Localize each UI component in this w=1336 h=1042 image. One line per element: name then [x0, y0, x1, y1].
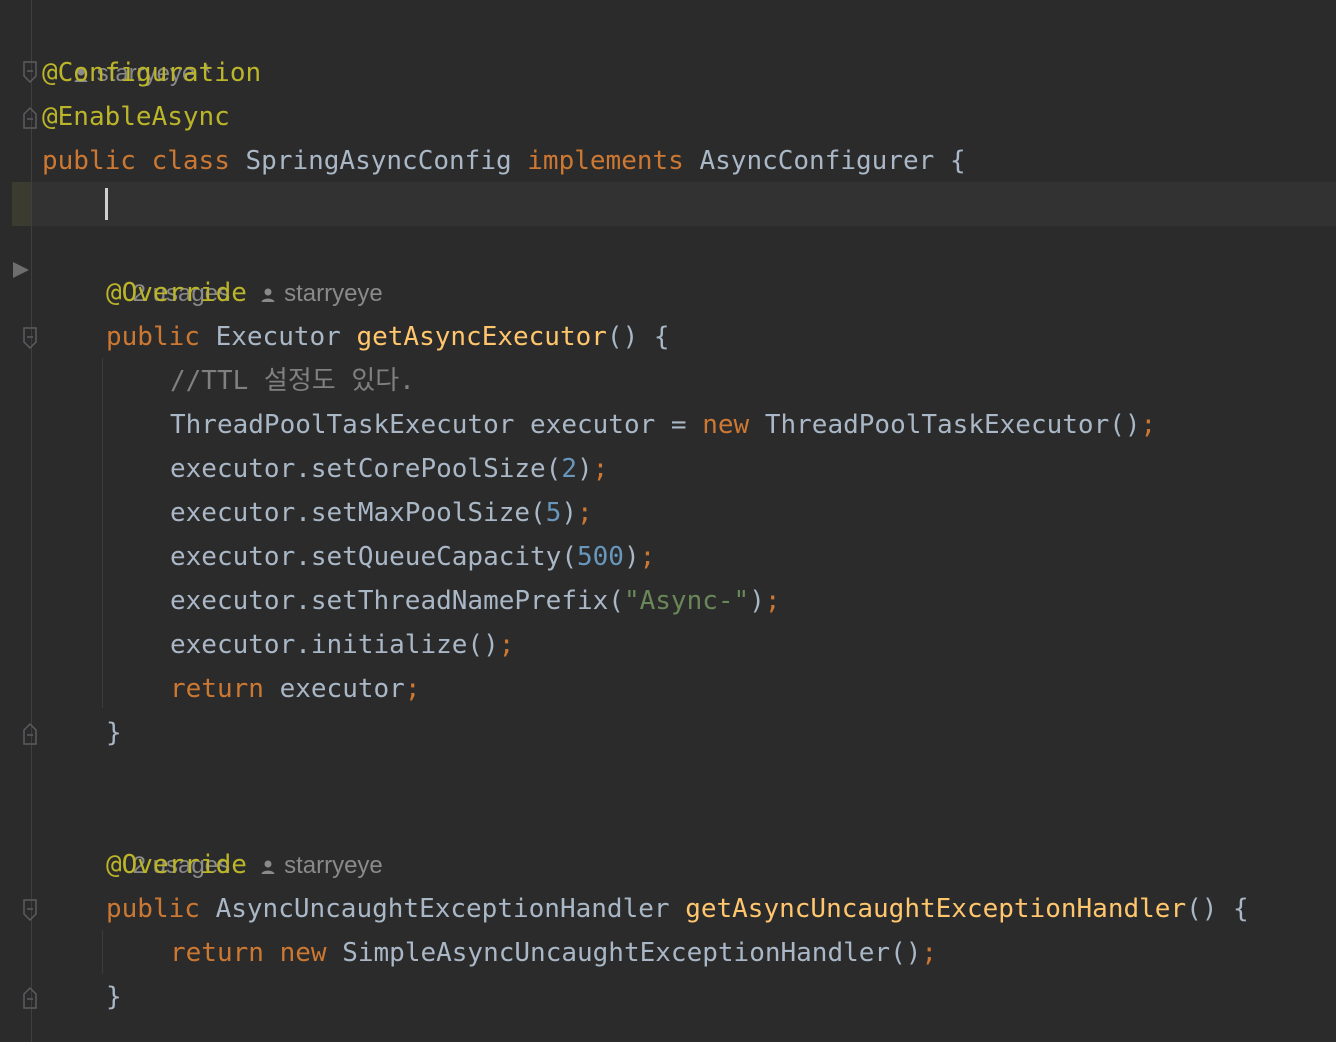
semicolon: ; [404, 674, 421, 704]
code-line[interactable]: } [106, 975, 122, 1019]
code-line[interactable]: @Override [106, 271, 247, 315]
close-paren: ) [623, 542, 640, 572]
author-text: starryeye [284, 852, 383, 879]
keyword: new [702, 410, 750, 440]
keyword: new [279, 938, 327, 968]
gutter-divider [31, 0, 32, 1042]
method-call: executor.setCorePoolSize( [170, 454, 562, 484]
fold-icon[interactable] [20, 326, 40, 352]
code-line[interactable]: return executor; [170, 667, 420, 711]
modified-line-marker [12, 182, 31, 226]
code-line[interactable]: executor.initialize(); [170, 623, 514, 667]
person-icon [261, 288, 275, 302]
semicolon: ; [764, 586, 781, 616]
constructor-call: ThreadPoolTaskExecutor() [764, 410, 1141, 440]
number-literal: 500 [577, 542, 624, 572]
author-text: starryeye [284, 280, 383, 307]
editor-gutter[interactable] [0, 0, 32, 1042]
class-name: SpringAsyncConfig [245, 146, 512, 176]
inlay-usages-method2[interactable]: 2 usages starryeye [106, 800, 383, 879]
semicolon: ; [577, 498, 593, 528]
constructor-call: SimpleAsyncUncaughtExceptionHandler() [342, 938, 922, 968]
parens: () { [606, 322, 670, 352]
comment: //TTL 설정도 있다. [170, 366, 415, 396]
fold-icon[interactable] [20, 60, 40, 86]
code-line[interactable]: public class SpringAsyncConfig implement… [42, 139, 966, 183]
string-literal: "Async-" [623, 586, 750, 616]
code-line[interactable]: executor.setQueueCapacity(500); [170, 535, 655, 579]
close-paren: ) [749, 586, 765, 616]
run-gutter-icon[interactable] [10, 258, 32, 282]
brace: } [106, 718, 122, 748]
code-line[interactable]: public AsyncUncaughtExceptionHandler get… [106, 887, 1249, 931]
semicolon: ; [639, 542, 656, 572]
close-paren: ) [561, 498, 577, 528]
brace: } [106, 982, 122, 1012]
number-literal: 5 [545, 498, 562, 528]
keyword: implements [527, 146, 684, 176]
close-paren: ) [577, 454, 593, 484]
method-call: executor.setThreadNamePrefix( [170, 586, 624, 616]
inlay-author-class[interactable]: starryeye * [46, 8, 211, 87]
keyword: return [170, 674, 264, 704]
semicolon: ; [498, 630, 515, 660]
keyword: return [170, 938, 264, 968]
inlay-usages-method1[interactable]: 2 usages starryeye [106, 228, 383, 307]
code-line[interactable]: ThreadPoolTaskExecutor executor = new Th… [170, 403, 1156, 447]
code-line[interactable]: } [106, 711, 122, 755]
variable: executor [279, 674, 405, 704]
code-editor[interactable]: starryeye * @Configuration @EnableAsync … [0, 0, 1336, 1042]
person-icon [261, 860, 275, 874]
method-name: getAsyncUncaughtExceptionHandler [685, 894, 1187, 924]
current-line-highlight [32, 182, 1336, 226]
semicolon: ; [1140, 410, 1157, 440]
annotation: @Configuration [42, 58, 262, 88]
semicolon: ; [592, 454, 609, 484]
annotation: @EnableAsync [42, 102, 230, 132]
code-line[interactable]: @Override [106, 843, 247, 887]
text-caret [105, 188, 108, 220]
brace: { [949, 146, 966, 176]
method-name: getAsyncExecutor [356, 322, 607, 352]
semicolon: ; [921, 938, 938, 968]
code-line[interactable]: return new SimpleAsyncUncaughtExceptionH… [170, 931, 937, 975]
keyword: class [151, 146, 230, 176]
method-call: executor.setQueueCapacity( [170, 542, 577, 572]
code-line[interactable]: @Configuration [42, 51, 261, 95]
code-line[interactable]: executor.setThreadNamePrefix("Async-"); [170, 579, 781, 623]
code-line[interactable]: executor.setCorePoolSize(2); [170, 447, 608, 491]
fold-icon[interactable] [20, 898, 40, 924]
type-name: Executor [215, 322, 341, 352]
number-literal: 2 [561, 454, 577, 484]
code-line[interactable]: public Executor getAsyncExecutor() { [106, 315, 670, 359]
fold-icon[interactable] [20, 984, 40, 1010]
code-line[interactable]: //TTL 설정도 있다. [170, 359, 415, 403]
fold-icon[interactable] [20, 104, 40, 130]
method-call: executor.initialize() [170, 630, 499, 660]
type-name: AsyncUncaughtExceptionHandler [215, 894, 670, 924]
indent-guide [102, 358, 103, 708]
fold-icon[interactable] [20, 720, 40, 746]
keyword: public [106, 894, 200, 924]
annotation: @Override [106, 278, 247, 308]
keyword: public [106, 322, 200, 352]
indent-guide [102, 930, 103, 974]
assignment: executor = [514, 410, 703, 440]
code-line[interactable]: @EnableAsync [42, 95, 230, 139]
code-line[interactable]: executor.setMaxPoolSize(5); [170, 491, 593, 535]
interface-name: AsyncConfigurer [699, 146, 935, 176]
keyword: public [42, 146, 136, 176]
parens: () { [1186, 894, 1249, 924]
method-call: executor.setMaxPoolSize( [170, 498, 546, 528]
type-name: ThreadPoolTaskExecutor [170, 410, 515, 440]
annotation: @Override [106, 850, 247, 880]
